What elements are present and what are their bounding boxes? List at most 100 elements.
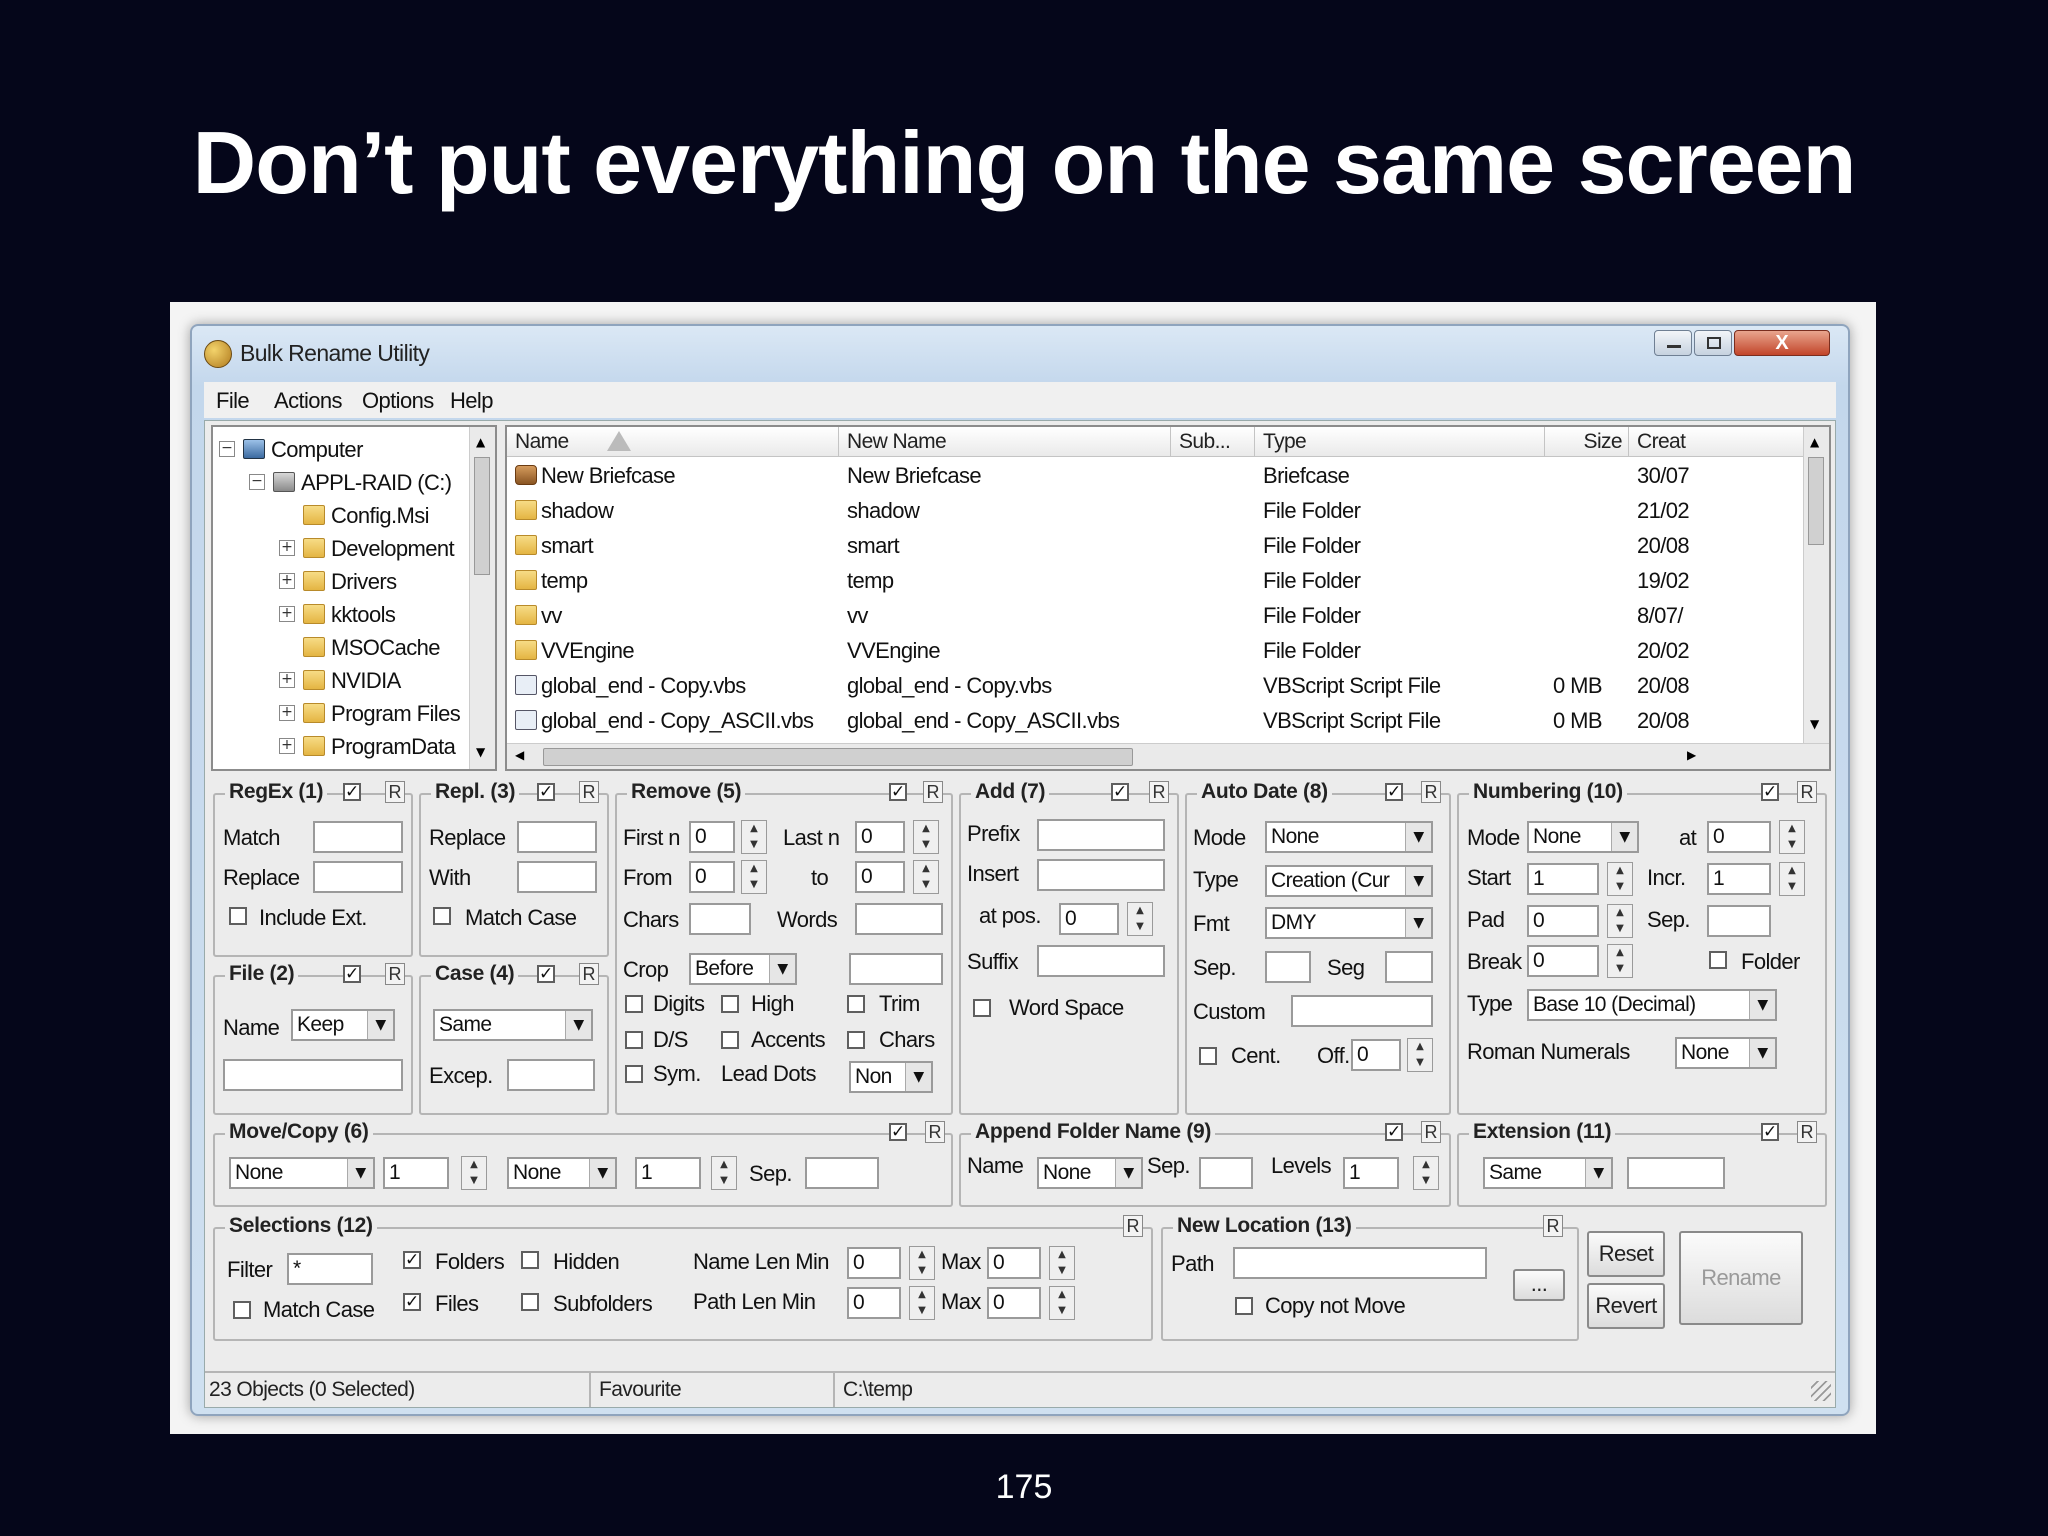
maximize-icon[interactable] bbox=[1694, 330, 1732, 356]
add-suffix-input[interactable] bbox=[1037, 945, 1165, 977]
file-name-select[interactable]: Keep ▼ bbox=[291, 1009, 395, 1041]
selections-name-max-stepper[interactable]: ▲ ▼ bbox=[1049, 1246, 1075, 1280]
repl-replace-input[interactable] bbox=[517, 821, 597, 853]
expand-icon[interactable]: + bbox=[279, 738, 295, 754]
numbering-break-input[interactable]: 0 bbox=[1527, 945, 1599, 977]
file-list[interactable]: Name New Name Sub... Type Size Creat ▲ ▼… bbox=[505, 425, 1831, 771]
tree-scrollbar[interactable]: ▲ ▼ bbox=[469, 427, 495, 769]
selections-name-max-input[interactable]: 0 bbox=[987, 1247, 1041, 1279]
menu-actions[interactable]: Actions bbox=[274, 388, 343, 414]
minimize-icon[interactable] bbox=[1654, 330, 1692, 356]
extension-enable-checkbox[interactable]: ✓ bbox=[1761, 1123, 1779, 1141]
tree-item[interactable]: − Computer bbox=[213, 433, 469, 465]
file-row[interactable]: VVEngine VVEngine File Folder 20/02 bbox=[507, 634, 1803, 669]
remove-lead-dots-select[interactable]: Non ▼ bbox=[849, 1061, 933, 1093]
tree-item[interactable]: + ProgramData bbox=[213, 730, 469, 762]
expand-icon[interactable]: + bbox=[279, 606, 295, 622]
numbering-break-stepper[interactable]: ▲ ▼ bbox=[1607, 944, 1633, 978]
auto-date-reset-button[interactable]: R bbox=[1421, 781, 1441, 803]
selections-path-len-min-stepper[interactable]: ▲ ▼ bbox=[909, 1286, 935, 1320]
remove-chars-input[interactable] bbox=[689, 903, 751, 935]
add-word-space-checkbox[interactable] bbox=[973, 999, 991, 1017]
numbering-start-stepper[interactable]: ▲ ▼ bbox=[1607, 862, 1633, 896]
remove-last-n-stepper[interactable]: ▲ ▼ bbox=[913, 820, 939, 854]
auto-date-off-input[interactable]: 0 bbox=[1351, 1039, 1401, 1071]
selections-reset-button[interactable]: R bbox=[1123, 1215, 1143, 1237]
numbering-incr-input[interactable]: 1 bbox=[1707, 863, 1771, 895]
expand-icon[interactable]: + bbox=[279, 573, 295, 589]
numbering-pad-stepper[interactable]: ▲ ▼ bbox=[1607, 904, 1633, 938]
numbering-folder-checkbox[interactable] bbox=[1709, 951, 1727, 969]
move-copy-sep-input[interactable] bbox=[805, 1157, 879, 1189]
tree-scroll-thumb[interactable] bbox=[474, 457, 490, 575]
remove-enable-checkbox[interactable]: ✓ bbox=[889, 783, 907, 801]
remove-ds-checkbox[interactable] bbox=[625, 1031, 643, 1049]
file-row[interactable]: vv vv File Folder 8/07/ bbox=[507, 599, 1803, 634]
numbering-at-input[interactable]: 0 bbox=[1707, 821, 1771, 853]
tree-item[interactable]: + Drivers bbox=[213, 565, 469, 597]
menu-help[interactable]: Help bbox=[450, 388, 493, 414]
add-reset-button[interactable]: R bbox=[1149, 781, 1169, 803]
selections-hidden-checkbox[interactable] bbox=[521, 1251, 539, 1269]
tree-item[interactable]: + kktools bbox=[213, 598, 469, 630]
regex-match-input[interactable] bbox=[313, 821, 403, 853]
scroll-right-icon[interactable]: ▶ bbox=[1687, 748, 1696, 762]
move-copy-num-1[interactable]: 1 bbox=[383, 1157, 449, 1189]
regex-reset-button[interactable]: R bbox=[385, 781, 405, 803]
file-name-input[interactable] bbox=[223, 1059, 403, 1091]
new-location-browse-button[interactable]: ... bbox=[1513, 1269, 1565, 1301]
append-folder-levels-stepper[interactable]: ▲ ▼ bbox=[1413, 1156, 1439, 1190]
reset-button[interactable]: Reset bbox=[1587, 1231, 1665, 1277]
add-enable-checkbox[interactable]: ✓ bbox=[1111, 783, 1129, 801]
auto-date-mode-select[interactable]: None ▼ bbox=[1265, 821, 1433, 853]
repl-match-case-checkbox[interactable] bbox=[433, 907, 451, 925]
expand-icon[interactable]: + bbox=[279, 540, 295, 556]
numbering-pad-input[interactable]: 0 bbox=[1527, 905, 1599, 937]
selections-path-max-stepper[interactable]: ▲ ▼ bbox=[1049, 1286, 1075, 1320]
filelist-vscroll-thumb[interactable] bbox=[1808, 457, 1824, 545]
scroll-left-icon[interactable]: ◀ bbox=[515, 748, 524, 762]
move-copy-num-2[interactable]: 1 bbox=[635, 1157, 701, 1189]
append-folder-name-select[interactable]: None ▼ bbox=[1037, 1157, 1143, 1189]
remove-chars2-checkbox[interactable] bbox=[847, 1031, 865, 1049]
filelist-hscroll[interactable]: ◀ ▶ bbox=[507, 743, 1829, 769]
remove-reset-button[interactable]: R bbox=[923, 781, 943, 803]
move-copy-select-1[interactable]: None ▼ bbox=[229, 1157, 375, 1189]
remove-to-input[interactable]: 0 bbox=[855, 861, 905, 893]
selections-path-max-input[interactable]: 0 bbox=[987, 1287, 1041, 1319]
regex-enable-checkbox[interactable]: ✓ bbox=[343, 783, 361, 801]
col-header-type[interactable]: Type bbox=[1255, 427, 1545, 457]
col-header-name[interactable]: Name bbox=[507, 427, 839, 457]
numbering-reset-button[interactable]: R bbox=[1797, 781, 1817, 803]
repl-reset-button[interactable]: R bbox=[579, 781, 599, 803]
numbering-mode-select[interactable]: None ▼ bbox=[1527, 821, 1639, 853]
scroll-up-icon[interactable]: ▲ bbox=[476, 435, 485, 449]
selections-filter-input[interactable]: * bbox=[287, 1253, 373, 1285]
move-copy-num-1-stepper[interactable]: ▲ ▼ bbox=[461, 1156, 487, 1190]
col-header-new-name[interactable]: New Name bbox=[839, 427, 1171, 457]
numbering-roman-select[interactable]: None ▼ bbox=[1675, 1037, 1777, 1069]
append-folder-reset-button[interactable]: R bbox=[1421, 1121, 1441, 1143]
new-location-path-input[interactable] bbox=[1233, 1247, 1487, 1279]
file-row[interactable]: smart smart File Folder 20/08 bbox=[507, 529, 1803, 564]
folder-tree[interactable]: ▲ ▼ − Computer − APPL-RAID (C:) Config.Msi + D… bbox=[211, 425, 497, 771]
filelist-hscroll-thumb[interactable] bbox=[543, 748, 1133, 766]
remove-high-checkbox[interactable] bbox=[721, 995, 739, 1013]
auto-date-sep-input[interactable] bbox=[1265, 951, 1311, 983]
expand-icon[interactable]: + bbox=[279, 705, 295, 721]
auto-date-seg-input[interactable] bbox=[1385, 951, 1433, 983]
add-at-pos-stepper[interactable]: ▲ ▼ bbox=[1127, 902, 1153, 936]
file-row[interactable]: temp temp File Folder 19/02 bbox=[507, 564, 1803, 599]
move-copy-num-2-stepper[interactable]: ▲ ▼ bbox=[711, 1156, 737, 1190]
tree-item[interactable]: − APPL-RAID (C:) bbox=[213, 466, 469, 498]
remove-to-stepper[interactable]: ▲ ▼ bbox=[913, 860, 939, 894]
add-prefix-input[interactable] bbox=[1037, 819, 1165, 851]
col-header-size[interactable]: Size bbox=[1545, 427, 1629, 457]
collapse-icon[interactable]: − bbox=[249, 474, 265, 490]
new-location-reset-button[interactable]: R bbox=[1543, 1215, 1563, 1237]
tree-item[interactable]: + Program Files bbox=[213, 697, 469, 729]
file-row[interactable]: global_end - Copy_ASCII.vbs global_end - … bbox=[507, 704, 1803, 739]
remove-crop-input[interactable] bbox=[849, 953, 943, 985]
remove-first-n-stepper[interactable]: ▲ ▼ bbox=[741, 820, 767, 854]
append-folder-levels-input[interactable]: 1 bbox=[1343, 1157, 1399, 1189]
